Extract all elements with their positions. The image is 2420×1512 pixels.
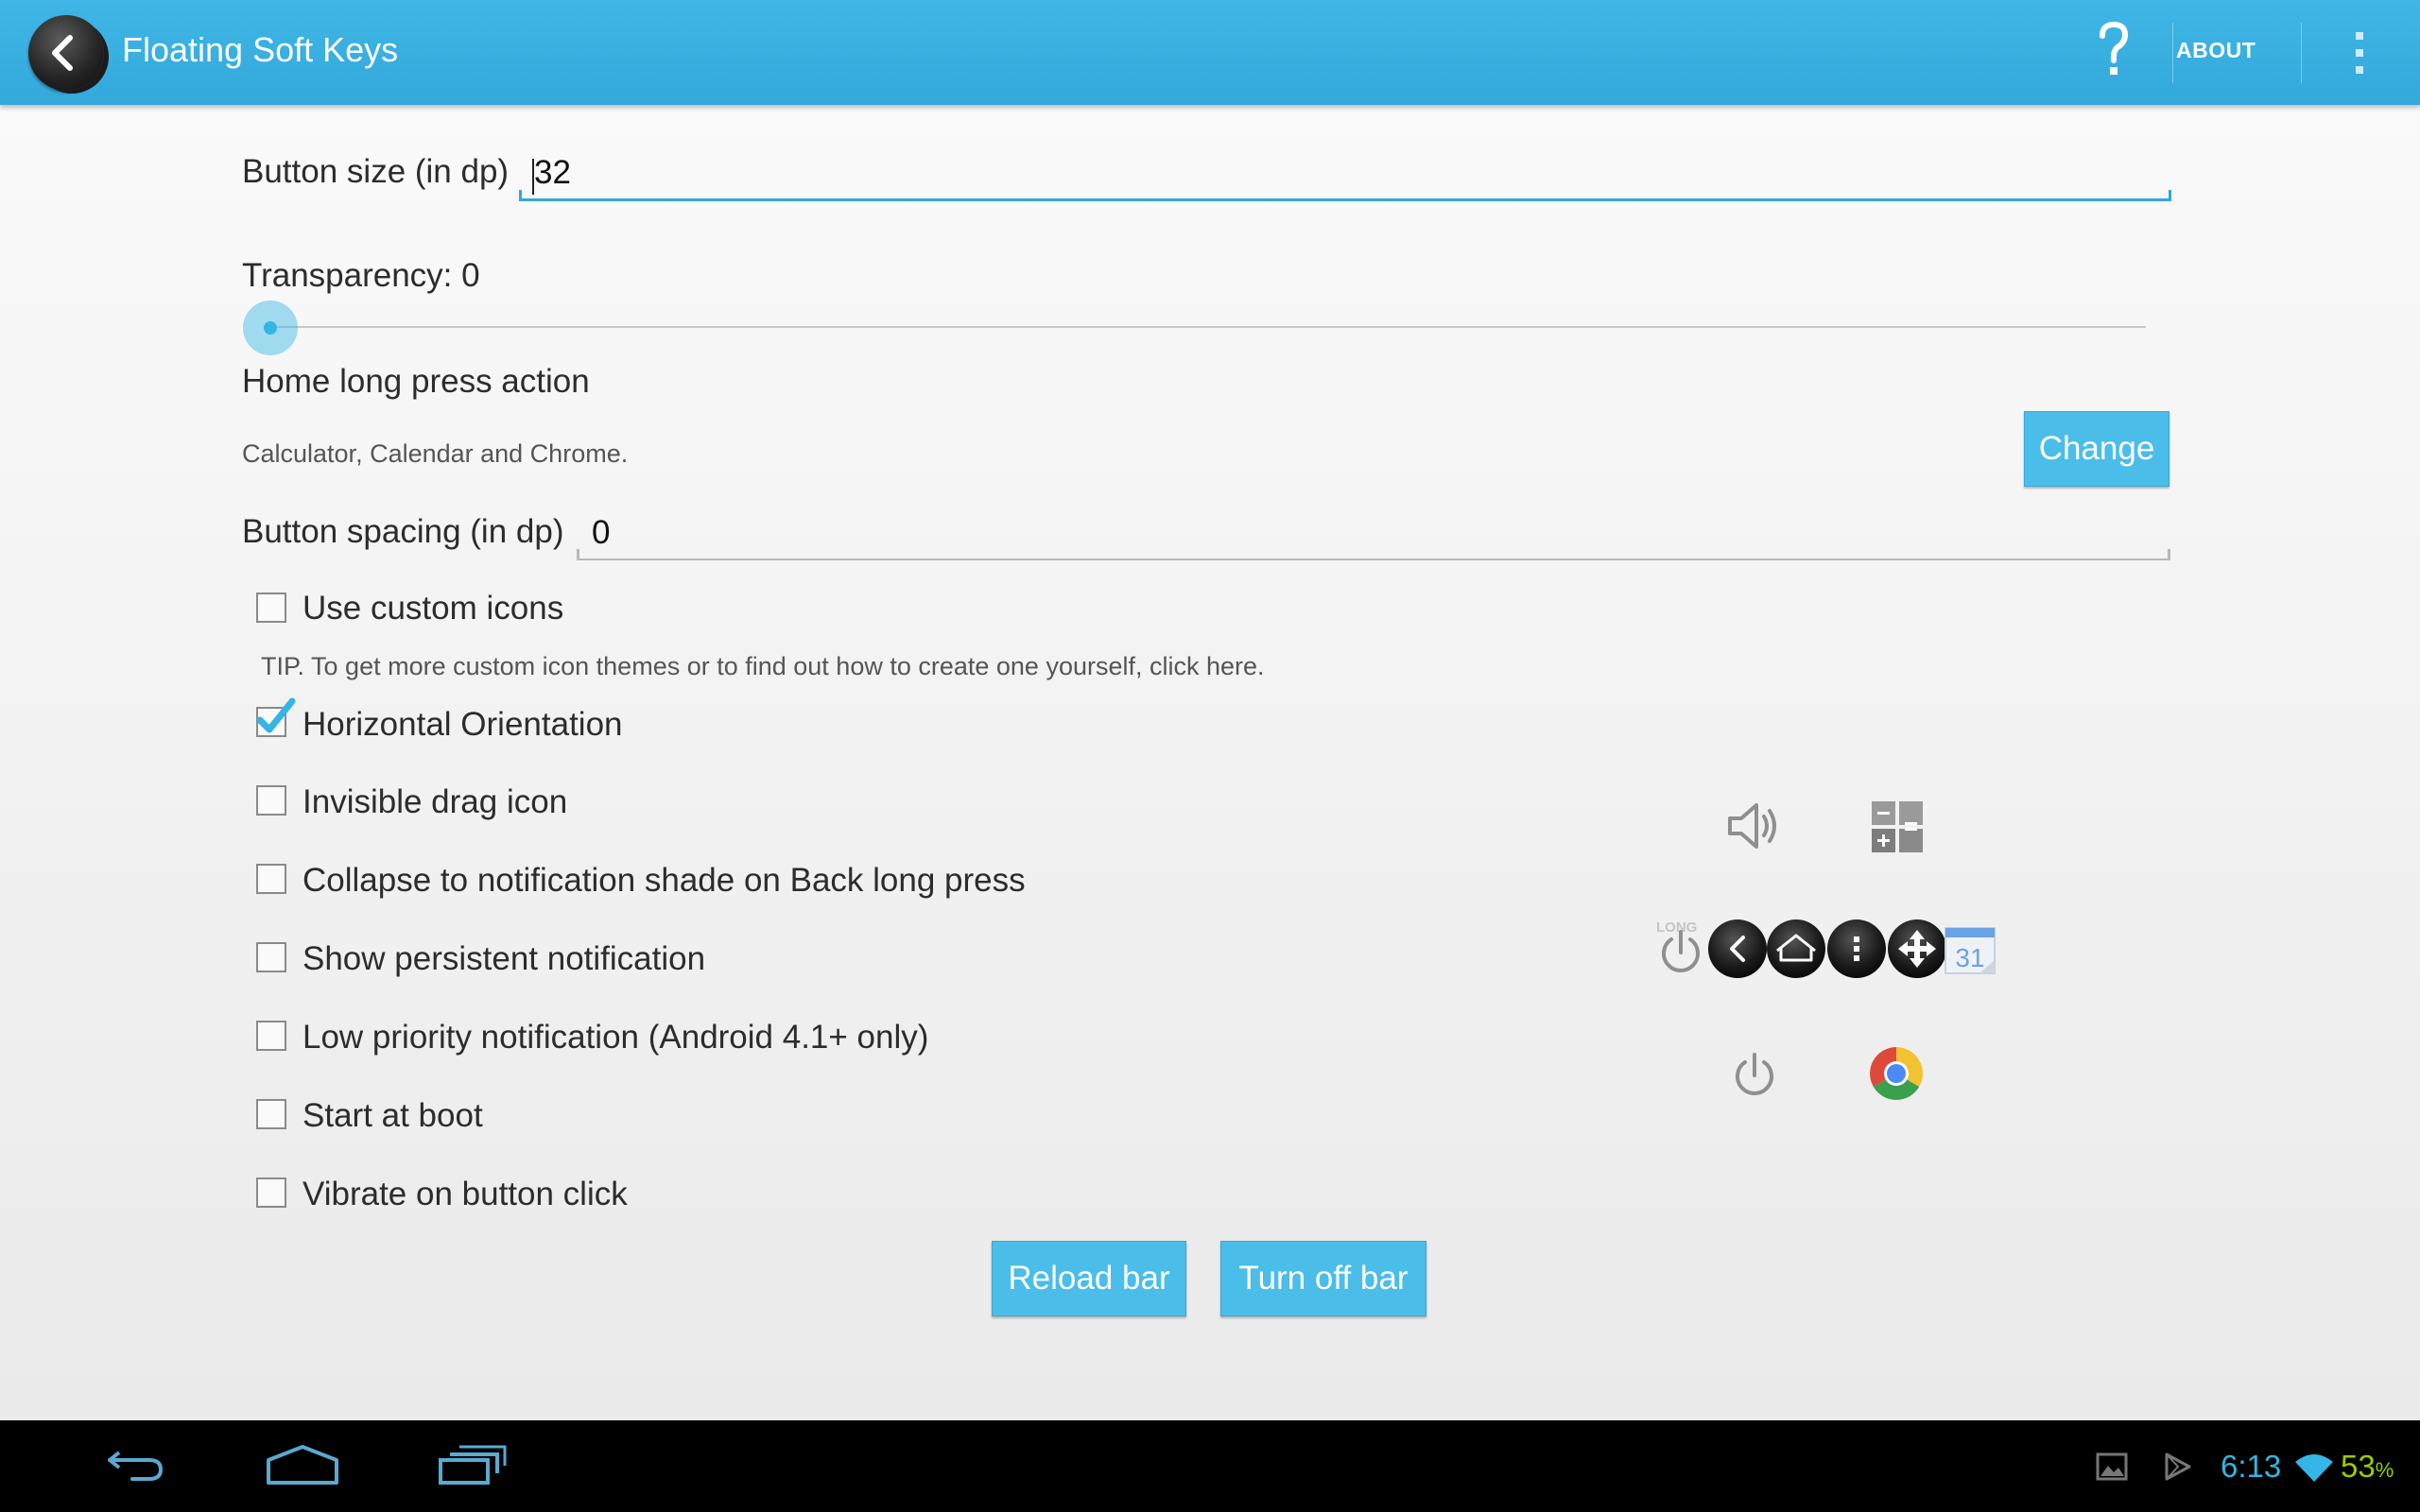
transparency-slider-thumb[interactable] — [243, 301, 298, 355]
persistent-notification-label[interactable]: Show persistent notification — [302, 940, 705, 978]
action-bar: Floating Soft Keys ABOUT — [0, 0, 2420, 105]
start-at-boot-label[interactable]: Start at boot — [302, 1097, 483, 1135]
edit-tick — [519, 190, 522, 201]
edit-tick — [577, 549, 579, 560]
wifi-icon — [2295, 1454, 2333, 1482]
reload-bar-button[interactable]: Reload bar — [992, 1241, 1186, 1316]
overflow-menu-button[interactable] — [2342, 25, 2377, 81]
question-icon — [2100, 21, 2129, 75]
custom-icons-tip-link[interactable]: TIP. To get more custom icon themes or t… — [261, 652, 1265, 681]
transparency-slider[interactable] — [268, 326, 2146, 328]
edit-tick — [2169, 190, 2171, 201]
start-at-boot-checkbox[interactable] — [256, 1099, 286, 1129]
button-size-label: Button size (in dp) — [242, 153, 510, 190]
home-long-press-label: Home long press action — [242, 363, 590, 400]
edit-tick — [2168, 549, 2170, 560]
play-notification-icon — [2165, 1452, 2191, 1481]
overflow-dot — [2356, 49, 2363, 57]
divider — [2301, 23, 2302, 83]
help-button[interactable] — [2089, 17, 2138, 89]
checkmark-icon — [256, 697, 296, 733]
about-button[interactable]: ABOUT — [2176, 38, 2297, 70]
button-spacing-value: 0 — [592, 514, 611, 551]
app-title: Floating Soft Keys — [122, 30, 399, 69]
low-priority-notification-label[interactable]: Low priority notification (Android 4.1+ … — [302, 1019, 928, 1057]
calendar-day: 31 — [1955, 943, 1984, 972]
button-spacing-label: Button spacing (in dp) — [242, 513, 564, 550]
collapse-notification-label[interactable]: Collapse to notification shade on Back l… — [302, 862, 1026, 900]
collapse-notification-checkbox[interactable] — [256, 864, 286, 894]
persistent-notification-checkbox[interactable] — [256, 942, 286, 972]
battery-level: 53% — [2341, 1449, 2394, 1485]
divider — [2172, 23, 2173, 83]
vibrate-on-click-checkbox[interactable] — [256, 1177, 286, 1208]
use-custom-icons-label[interactable]: Use custom icons — [302, 590, 563, 627]
gallery-notification-icon — [2096, 1452, 2128, 1481]
volume-icon — [1728, 803, 1776, 849]
button-size-input[interactable]: 32 — [519, 155, 2171, 201]
use-custom-icons-checkbox[interactable] — [256, 593, 286, 623]
nav-back-button[interactable] — [100, 1439, 170, 1492]
clock: 6:13 — [2221, 1449, 2282, 1484]
nav-home-button[interactable] — [265, 1439, 340, 1492]
overflow-dot — [2356, 32, 2363, 40]
power-icon — [1736, 1053, 1773, 1095]
transparency-label: Transparency: 0 — [242, 257, 480, 294]
chrome-icon — [1870, 1047, 1923, 1100]
button-size-value: 32 — [534, 154, 571, 191]
battery-percent: 53 — [2341, 1449, 2376, 1484]
low-priority-notification-checkbox[interactable] — [256, 1021, 286, 1051]
horizontal-orientation-checkbox[interactable] — [256, 697, 296, 737]
button-spacing-input[interactable]: 0 — [577, 515, 2170, 560]
overflow-dot — [2356, 66, 2363, 74]
turn-off-bar-button[interactable]: Turn off bar — [1220, 1241, 1426, 1316]
horizontal-orientation-label[interactable]: Horizontal Orientation — [302, 706, 623, 744]
back-arrow-icon — [52, 35, 73, 71]
power-icon — [1662, 930, 1700, 972]
invisible-drag-icon-label[interactable]: Invisible drag icon — [302, 783, 567, 821]
app-icon-up-button[interactable] — [28, 15, 104, 91]
calendar-icon: 31 — [1945, 927, 1996, 974]
vibrate-on-click-label[interactable]: Vibrate on button click — [302, 1176, 628, 1213]
slider-thumb-dot — [264, 321, 277, 335]
nav-recents-button[interactable] — [437, 1439, 509, 1492]
change-button[interactable]: Change — [2024, 411, 2169, 487]
invisible-drag-icon-checkbox[interactable] — [256, 785, 286, 816]
system-navigation-bar: 6:13 53% — [0, 1420, 2420, 1512]
home-long-press-summary: Calculator, Calendar and Chrome. — [242, 439, 629, 468]
battery-unit: % — [2375, 1458, 2394, 1482]
calculator-icon — [1872, 801, 1923, 852]
